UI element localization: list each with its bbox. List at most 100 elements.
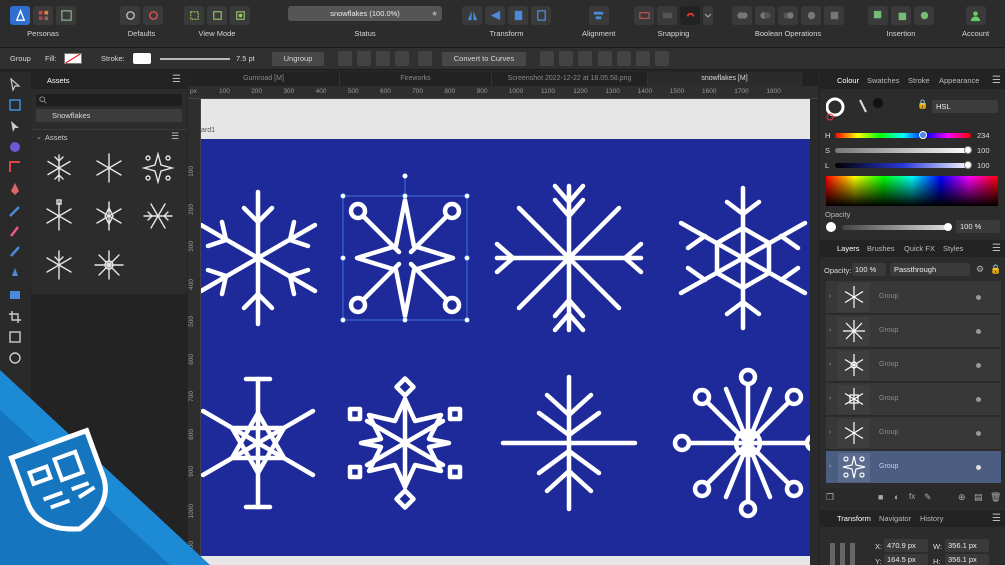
tab-navigator[interactable]: Navigator [879,510,911,527]
align-left-icon[interactable] [540,51,554,66]
saturation-slider-thumb[interactable] [964,146,972,154]
add-layer-icon[interactable]: ⊕ [958,492,966,503]
brush-tool-icon[interactable] [8,224,22,238]
rotate-left-icon[interactable] [508,6,528,25]
corner-tool-icon[interactable] [8,160,22,174]
tab-appearance[interactable]: Appearance [939,72,979,89]
flip-horizontal-icon[interactable] [462,6,482,25]
account-icon[interactable] [965,6,986,25]
asset-snowflake-2[interactable] [96,153,122,183]
chevron-right-icon[interactable]: › [829,463,831,470]
status-field[interactable]: snowflakes (100.0%) ★ [288,6,442,21]
group-layer-icon[interactable]: ▤ [974,492,983,503]
opacity-input[interactable]: 100 % [956,220,1000,233]
ungroup-button[interactable]: Ungroup [272,52,324,66]
colour-model-dropdown[interactable]: HSL [932,100,998,113]
ellipse-tool-icon[interactable] [8,351,22,365]
defaults-fill-icon[interactable] [120,6,140,25]
crop-tool-icon[interactable] [8,310,22,324]
w-input[interactable]: 356.1 px [945,539,989,552]
mask-icon[interactable]: ■ [878,492,883,502]
tab-stroke[interactable]: Stroke [908,72,930,89]
artboard-tool-icon[interactable] [8,98,22,112]
asset-category-dropdown[interactable]: Snowflakes [36,109,182,122]
snowflake-5[interactable] [200,376,316,510]
assets-section-header[interactable]: ⌄ Assets ☰ [31,129,187,143]
panel-menu-icon[interactable]: ☰ [172,74,181,85]
snowflake-7[interactable] [500,374,638,512]
contour-tool-icon[interactable] [8,140,22,154]
section-menu-icon[interactable]: ☰ [171,131,179,142]
flip-vertical-icon[interactable] [485,6,505,25]
vertical-scrollbar[interactable] [810,99,818,565]
snowflake-4[interactable] [678,185,808,331]
visibility-dot[interactable] [976,329,981,334]
convert-to-curves-button[interactable]: Convert to Curves [442,52,526,66]
artboard[interactable] [198,139,824,556]
align-bottom-icon[interactable] [636,51,650,66]
stroke-width-value[interactable]: 7.5 pt [236,52,255,66]
layers-menu-icon[interactable]: ☰ [992,240,1001,257]
pencil-tool-icon[interactable] [8,204,22,218]
opacity-slider-thumb[interactable] [944,223,952,231]
snowflake-2-selected[interactable] [348,197,462,319]
pixel-persona-icon[interactable] [33,6,53,25]
designer-persona-icon[interactable] [10,6,30,25]
align-top-icon[interactable] [598,51,612,66]
export-persona-icon[interactable] [56,6,76,25]
lock-icon[interactable]: 🔒 [990,264,1001,275]
colour-spectrum[interactable] [826,176,998,206]
tab-swatches[interactable]: Swatches [867,72,900,89]
blend-mode-dropdown[interactable]: Passthrough [890,263,970,276]
asset-snowflake-5[interactable] [96,201,122,231]
flip-h-icon[interactable] [357,51,371,66]
tab-brushes[interactable]: Brushes [867,240,895,257]
trash-icon[interactable]: 🗑 [990,492,1001,503]
visibility-dot[interactable] [976,295,981,300]
snowflake-3[interactable] [494,183,644,333]
node-tool-icon[interactable] [8,120,22,134]
assets-search-input[interactable] [36,94,182,106]
asset-snowflake-3[interactable] [141,151,175,185]
rectangle-tool-icon[interactable] [8,330,22,344]
lock-icon[interactable]: 🔒 [917,99,928,110]
tab-history[interactable]: History [920,510,943,527]
visibility-dot[interactable] [976,363,981,368]
chevron-right-icon[interactable]: › [829,361,831,368]
stroke-width-slider[interactable] [160,58,230,60]
convert-curves-icon[interactable] [418,51,432,66]
hue-slider[interactable] [835,133,971,138]
transform-menu-icon[interactable]: ☰ [992,510,1001,527]
tab-colour[interactable]: Colour [837,72,859,89]
rotate-icon[interactable] [395,51,409,66]
stroke-swatch[interactable] [133,53,151,64]
snap-object-icon[interactable] [657,6,677,25]
transform-origin-icon[interactable] [338,51,352,66]
visibility-dot[interactable] [976,465,981,470]
asset-snowflake-4[interactable] [46,199,72,231]
chevron-right-icon[interactable]: › [829,429,831,436]
rotate-right-icon[interactable] [531,6,551,25]
l-value[interactable]: 100 [977,161,990,170]
tab-transform[interactable]: Transform [837,510,871,527]
chevron-down-icon[interactable] [703,6,713,25]
insert-behind-icon[interactable] [868,6,888,25]
saturation-slider[interactable] [835,148,971,153]
h-input[interactable]: 356.1 px [945,554,989,565]
doc-tab-4[interactable]: snowflakes [M] [648,72,802,86]
layer-opacity-input[interactable]: 100 % [852,263,886,276]
fill-tool-icon[interactable] [8,244,22,258]
snap-grid-icon[interactable] [634,6,654,25]
snowflake-6[interactable] [347,376,463,510]
distribute-icon[interactable] [655,51,669,66]
divide-icon[interactable] [824,6,844,25]
view-pixel-icon[interactable] [184,6,204,25]
intersect-icon[interactable] [778,6,798,25]
panel-menu-icon[interactable]: ☰ [992,72,1001,89]
visibility-dot[interactable] [976,397,981,402]
pen-tool-icon[interactable] [8,182,22,196]
adjustment-icon[interactable]: ◐ [894,492,899,502]
x-input[interactable]: 470.9 px [884,539,928,552]
chevron-right-icon[interactable]: › [829,395,831,402]
doc-tab-3[interactable]: Screenshot 2022-12-22 at 18.05.58.png [492,72,648,86]
